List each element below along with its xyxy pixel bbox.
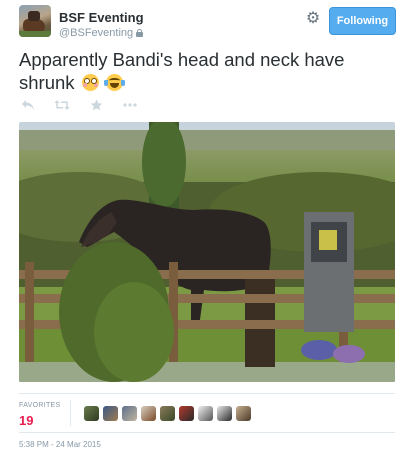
favorites-count[interactable]: 19 (19, 413, 33, 428)
tweet-text: Apparently Bandi's head and neck have sh… (19, 48, 389, 94)
favoriter-avatars (84, 406, 284, 422)
favoriter-avatar[interactable] (84, 406, 99, 421)
tears-of-joy-emoji-icon (103, 74, 125, 91)
favoriter-avatar[interactable] (179, 406, 194, 421)
tweet-text-body: Apparently Bandi's head and neck have sh… (19, 49, 345, 93)
gear-icon[interactable]: ⚙ (304, 10, 322, 28)
favoriter-avatar[interactable] (103, 406, 118, 421)
favoriter-avatar[interactable] (141, 406, 156, 421)
favoriter-avatar[interactable] (198, 406, 213, 421)
favoriter-avatar[interactable] (217, 406, 232, 421)
retweet-icon[interactable] (54, 99, 70, 115)
tweet-header: BSF Eventing @BSFeventing ⚙ Following (19, 5, 396, 41)
author-screen-name-text: @BSFeventing (59, 27, 134, 39)
stats-separator (70, 400, 71, 426)
favorite-icon[interactable] (90, 99, 104, 115)
favoriter-avatar[interactable] (160, 406, 175, 421)
reply-icon[interactable] (21, 99, 35, 115)
following-button[interactable]: Following (329, 7, 396, 35)
author-avatar[interactable] (19, 5, 51, 37)
lock-icon (136, 29, 144, 37)
more-icon[interactable] (122, 99, 138, 115)
flushed-face-emoji-icon (81, 74, 99, 91)
stats-divider-bottom (19, 432, 395, 433)
favoriter-avatar[interactable] (236, 406, 251, 421)
favoriter-avatar[interactable] (122, 406, 137, 421)
author-screen-name[interactable]: @BSFeventing (59, 27, 144, 39)
tweet-actions (19, 99, 179, 115)
tweet-photo[interactable] (19, 122, 395, 382)
author-display-name[interactable]: BSF Eventing (59, 10, 144, 25)
stats-divider-top (19, 393, 395, 394)
tweet-timestamp[interactable]: 5:38 PM - 24 Mar 2015 (19, 440, 101, 449)
favorites-label: FAVORITES (19, 402, 61, 409)
